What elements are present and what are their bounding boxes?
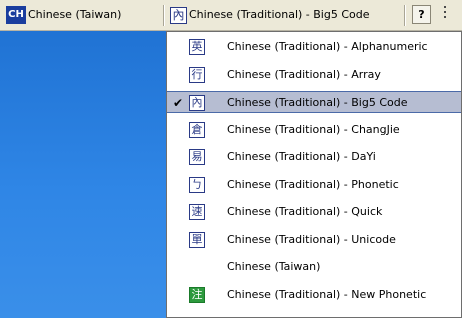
menu-item-label: Chinese (Traditional) - Array: [227, 67, 381, 81]
ime-mode-icon: ㄅ: [189, 176, 205, 193]
language-bar: CH Chinese (Taiwan) 內 Chinese (Traditional…: [0, 0, 462, 31]
ime-menu: 英 Chinese (Traditional) - Alphanumeric 行 Ch…: [166, 31, 462, 318]
language-selector[interactable]: CH Chinese (Taiwan): [6, 5, 121, 25]
menu-item-label: Chinese (Traditional) - Unicode: [227, 232, 396, 246]
separator: [404, 5, 406, 26]
menu-item[interactable]: ✔ 內 Chinese (Traditional) - Big5 Code: [167, 91, 461, 113]
menu-item-label: Chinese (Traditional) - Quick: [227, 205, 383, 218]
language-label: Chinese (Taiwan): [28, 8, 122, 21]
ime-label: Chinese (Traditional) - Big5 Code: [189, 8, 370, 21]
menu-item[interactable]: ㄅ Chinese (Traditional) - Phonetic: [167, 174, 461, 196]
menu-item[interactable]: 注 Chinese (Traditional) - New Phonetic: [167, 284, 461, 306]
menu-item-label: Chinese (Traditional) - Big5 Code: [227, 96, 408, 109]
ime-mode-icon: 易: [189, 149, 205, 165]
menu-item[interactable]: 速 Chinese (Traditional) - Quick: [167, 201, 461, 223]
ime-mode-icon: 倉: [189, 121, 205, 138]
menu-item-label: Chinese (Traditional) - ChangJie: [227, 122, 400, 136]
menu-item-label: Chinese (Traditional) - Alphanumeric: [227, 40, 428, 53]
menu-item[interactable]: 倉 Chinese (Traditional) - ChangJie: [167, 119, 461, 141]
options-grip-icon[interactable]: [442, 6, 448, 24]
separator: [163, 5, 165, 26]
ime-mode-icon: 注: [189, 286, 205, 303]
menu-item[interactable]: Chinese (Taiwan): [167, 256, 461, 278]
ime-mode-icon: 速: [189, 204, 205, 220]
menu-item[interactable]: 英 Chinese (Traditional) - Alphanumeric: [167, 36, 461, 58]
menu-item-label: Chinese (Taiwan): [227, 260, 321, 273]
ime-icon: 內: [170, 6, 187, 24]
ime-mode-icon: 行: [189, 66, 205, 83]
check-icon: ✔: [172, 96, 184, 110]
menu-item[interactable]: 行 Chinese (Traditional) - Array: [167, 64, 461, 86]
menu-item-label: Chinese (Traditional) - DaYi: [227, 150, 376, 163]
ime-selector[interactable]: 內 Chinese (Traditional) - Big5 Code: [170, 5, 370, 25]
menu-item-label: Chinese (Traditional) - Phonetic: [227, 177, 399, 191]
language-badge: CH: [6, 6, 26, 24]
help-button[interactable]: ?: [412, 5, 431, 24]
menu-item[interactable]: 單 Chinese (Traditional) - Unicode: [167, 229, 461, 251]
menu-item[interactable]: 易 Chinese (Traditional) - DaYi: [167, 146, 461, 168]
menu-item-label: Chinese (Traditional) - New Phonetic: [227, 287, 427, 301]
ime-mode-icon: 內: [189, 95, 205, 111]
ime-mode-icon: 英: [189, 39, 205, 55]
ime-mode-icon: 單: [189, 231, 205, 248]
